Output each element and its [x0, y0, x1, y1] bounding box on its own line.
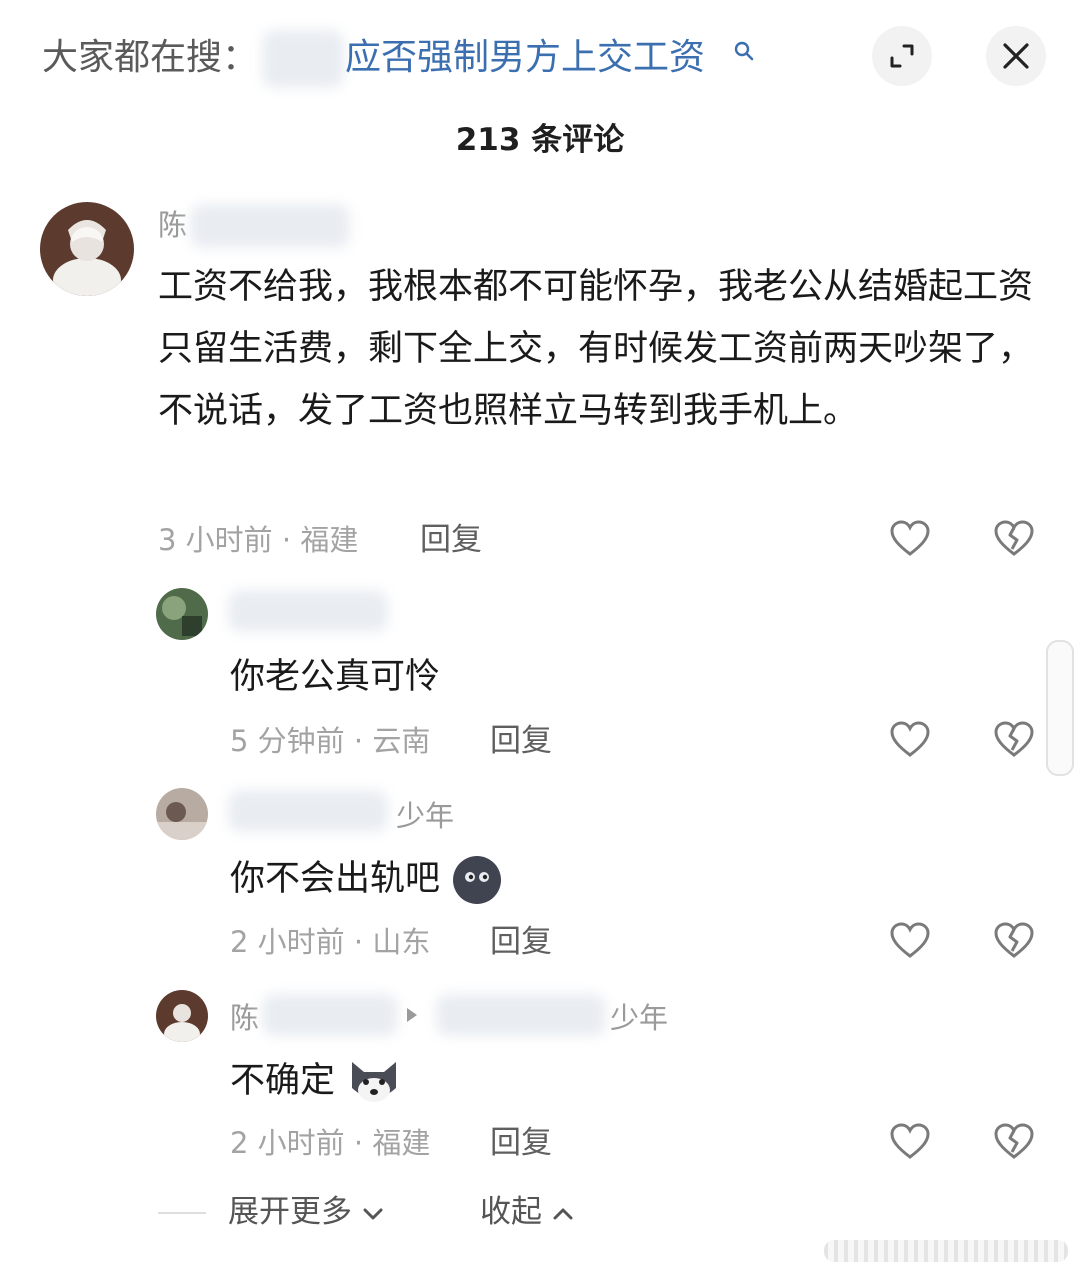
reply-content: 不确定: [230, 1050, 402, 1112]
search-prefix: 大家都在搜：: [42, 37, 259, 78]
blurred-search-term: [262, 30, 344, 88]
expand-divider: [158, 1212, 206, 1214]
husky-dog-emoji: [352, 1062, 397, 1102]
reply-button[interactable]: 回复: [490, 1123, 552, 1163]
like-heart-icon[interactable]: [888, 517, 932, 561]
blurred-username: [228, 790, 388, 832]
reply-meta: 5 分钟前 · 云南: [230, 724, 431, 758]
reply-text: 你不会出轨吧: [230, 859, 441, 899]
avatar-image: [156, 990, 208, 1042]
expand-more-label: 展开更多: [228, 1194, 352, 1230]
avatar[interactable]: [156, 788, 208, 840]
chevron-down-icon: [363, 1208, 383, 1219]
search-topic-link[interactable]: 应否强制男方上交工资: [345, 30, 705, 86]
close-button[interactable]: [986, 26, 1046, 86]
like-heart-icon[interactable]: [888, 919, 932, 963]
reply-content: 你不会出轨吧: [230, 848, 503, 910]
dislike-broken-heart-icon[interactable]: [992, 517, 1036, 561]
reply-username[interactable]: 陈: [230, 998, 259, 1038]
avatar[interactable]: [156, 588, 208, 640]
avatar-image: [156, 788, 208, 840]
comment-count: 213 条评论: [455, 122, 625, 158]
like-heart-icon[interactable]: [888, 1120, 932, 1164]
comment-text: 工资不给我，我根本都不可能怀孕，我老公从结婚起工资只留生活费，剩下全上交，有时候…: [158, 267, 1034, 431]
reply-button[interactable]: 回复: [490, 721, 552, 761]
expand-button[interactable]: [872, 26, 932, 86]
avatar-image: [40, 202, 134, 296]
comment-username[interactable]: 陈: [158, 205, 187, 245]
dislike-broken-heart-icon[interactable]: [992, 718, 1036, 762]
dislike-broken-heart-icon[interactable]: [992, 1120, 1036, 1164]
blurred-username: [228, 590, 388, 632]
expand-icon: [890, 44, 914, 68]
like-heart-icon[interactable]: [888, 718, 932, 762]
close-icon: [1003, 43, 1029, 69]
avatar[interactable]: [40, 202, 134, 296]
collapse-button[interactable]: 收起: [480, 1192, 574, 1232]
reply-text: 不确定: [230, 1061, 336, 1101]
blurred-username: [262, 994, 398, 1036]
search-icon[interactable]: [733, 40, 755, 62]
reply-username[interactable]: 少年: [396, 796, 454, 836]
blurred-username: [436, 994, 606, 1036]
scrollbar-thumb[interactable]: [1046, 640, 1074, 776]
avatar[interactable]: [156, 990, 208, 1042]
reply-to-username[interactable]: 少年: [610, 998, 668, 1038]
reply-text: 你老公真可怜: [230, 657, 441, 697]
comment-meta: 3 小时前 · 福建: [158, 523, 359, 557]
moon-face-emoji: [453, 856, 502, 904]
chevron-up-icon: [553, 1208, 573, 1219]
watermark-bar: [824, 1240, 1068, 1262]
blurred-username: [190, 204, 350, 248]
dislike-broken-heart-icon[interactable]: [992, 919, 1036, 963]
avatar-image: [156, 588, 208, 640]
reply-button[interactable]: 回复: [420, 520, 482, 560]
reply-button[interactable]: 回复: [490, 922, 552, 962]
expand-more-button[interactable]: 展开更多: [228, 1192, 384, 1232]
collapse-label: 收起: [480, 1194, 542, 1230]
reply-arrow-icon: [407, 1008, 417, 1022]
reply-meta: 2 小时前 · 山东: [230, 925, 431, 959]
reply-meta: 2 小时前 · 福建: [230, 1126, 431, 1160]
